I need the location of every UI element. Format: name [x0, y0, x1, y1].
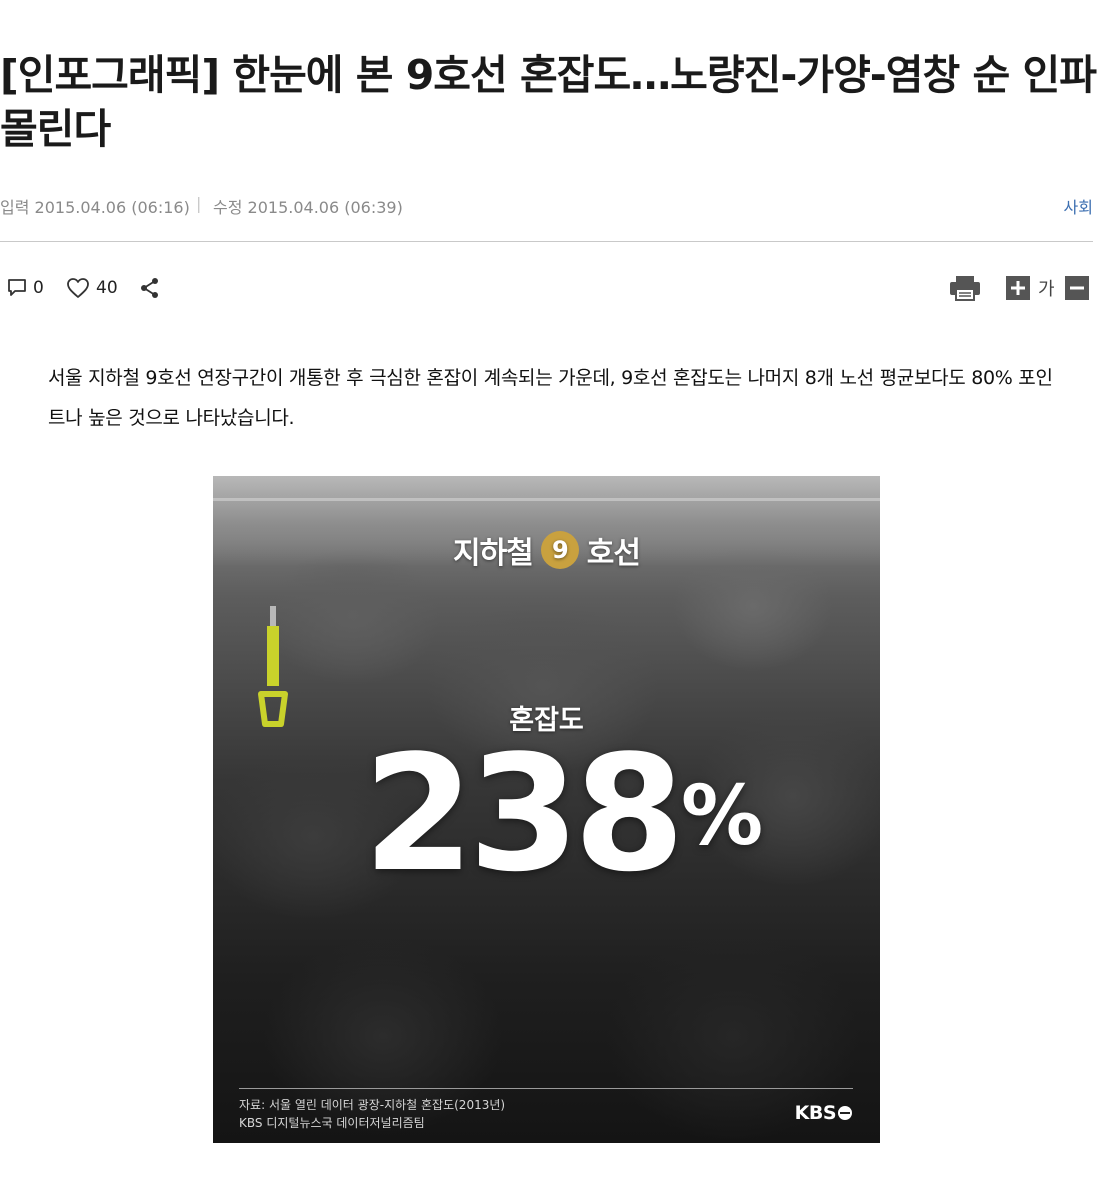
comment-count: 0 — [33, 278, 44, 298]
article-headline: [인포그래픽] 한눈에 본 9호선 혼잡도…노량진-가양-염창 순 인파 몰린다 — [0, 51, 1097, 153]
kbs-logo-text: KBS — [794, 1102, 837, 1124]
plus-icon — [1006, 276, 1030, 300]
infographic-title: 지하철 9 호선 — [213, 528, 880, 572]
heart-icon — [66, 277, 90, 299]
meta-separator: | — [196, 194, 202, 213]
article-lead: 서울 지하철 9호선 연장구간이 개통한 후 극심한 혼잡이 계속되는 가운데,… — [48, 367, 1053, 429]
comment-button[interactable]: 0 — [7, 270, 44, 306]
font-size-label: 가 — [1038, 279, 1055, 300]
source-line-2: KBS 디지털뉴스국 데이터저널리즘팀 — [239, 1116, 425, 1130]
infographic-divider — [239, 1088, 853, 1089]
title-suffix: 호선 — [586, 536, 641, 571]
article-action-bar: 0 40 가 — [0, 270, 1093, 306]
congestion-unit: % — [681, 769, 764, 864]
infographic-image: 지하철 9 호선 혼잡도 238 % 자료: 서울 열린 데이터 광장-지하철 … — [213, 476, 880, 1143]
print-button[interactable] — [948, 270, 982, 306]
title-prefix: 지하철 — [452, 536, 534, 571]
like-button[interactable]: 40 — [66, 270, 118, 306]
kbs-logo-mark-icon — [838, 1106, 852, 1120]
share-icon — [140, 277, 160, 299]
ceiling-rail — [213, 480, 880, 501]
print-icon — [948, 274, 982, 302]
article-meta: 입력 2015.04.06 (06:16) | 수정 2015.04.06 (0… — [0, 192, 1093, 218]
congestion-value: 238 — [363, 720, 685, 907]
infographic-source: 자료: 서울 열린 데이터 광장-지하철 혼잡도(2013년) KBS 디지털뉴… — [239, 1096, 505, 1132]
meta-divider — [0, 241, 1093, 242]
minus-icon — [1065, 276, 1089, 300]
share-button[interactable] — [140, 270, 160, 306]
font-increase-button[interactable] — [1006, 270, 1030, 306]
comment-icon — [7, 278, 27, 298]
source-line-1: 자료: 서울 열린 데이터 광장-지하철 혼잡도(2013년) — [239, 1098, 506, 1112]
modified-date: 수정 2015.04.06 (06:39) — [213, 198, 403, 217]
font-decrease-button[interactable] — [1065, 270, 1089, 306]
line-number-badge: 9 — [540, 531, 579, 569]
like-count: 40 — [96, 278, 118, 298]
section-link[interactable]: 사회 — [1064, 194, 1093, 218]
kbs-logo: KBS — [795, 1102, 852, 1124]
published-date: 입력 2015.04.06 (06:16) — [0, 198, 190, 217]
